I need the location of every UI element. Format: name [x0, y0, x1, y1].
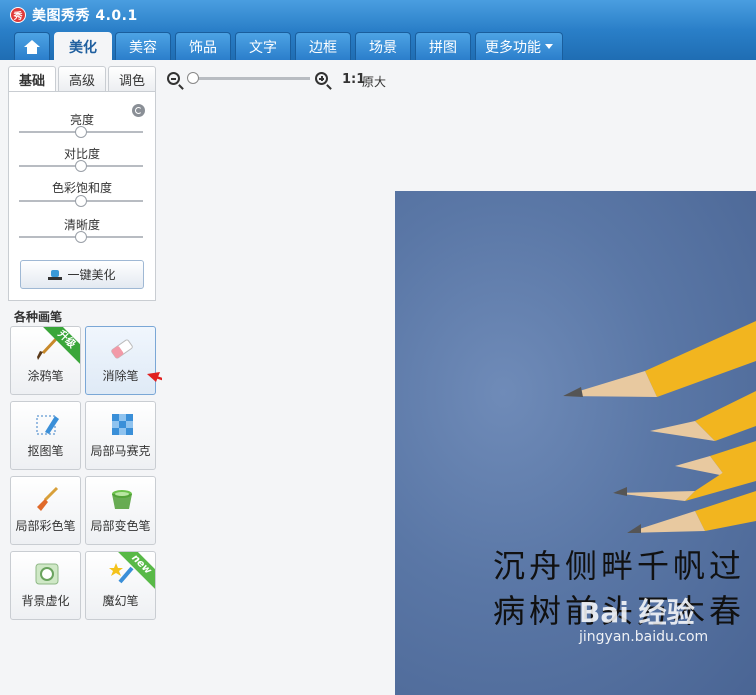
saturation-slider[interactable] [19, 195, 143, 207]
zoom-slider[interactable] [187, 72, 310, 84]
title-bar: 秀 美图秀秀 4.0.1 [0, 0, 756, 30]
local-recolor-brush-button[interactable]: 局部变色笔 [85, 476, 156, 545]
tab-more-label: 更多功能 [485, 39, 541, 56]
sharpness-slider[interactable] [19, 231, 143, 243]
tab-scene[interactable]: 场景 [355, 32, 411, 60]
paint-bucket-icon [112, 490, 132, 509]
slider-thumb[interactable] [75, 126, 87, 138]
magic-brush-button[interactable]: new 魔幻笔 [85, 551, 156, 620]
image-canvas: 沉舟侧畔千帆过 病树前头万木春 Bai 经验 jingyan.baidu.com [162, 96, 756, 695]
tab-beautify[interactable]: 美化 [54, 32, 112, 60]
slider-thumb[interactable] [75, 231, 87, 243]
cutout-pen-icon [36, 415, 59, 435]
sub-tab-bar: 基础 高级 调色 [8, 66, 156, 92]
magic-wand-icon [48, 269, 63, 281]
mosaic-icon [112, 414, 133, 435]
tab-collage[interactable]: 拼图 [415, 32, 471, 60]
chevron-down-icon [545, 44, 553, 49]
zoom-in-icon[interactable] [315, 72, 332, 90]
local-color-brush-button[interactable]: 局部彩色笔 [10, 476, 81, 545]
slider-thumb[interactable] [75, 195, 87, 207]
color-brush-icon [37, 486, 59, 511]
tab-text[interactable]: 文字 [235, 32, 291, 60]
subtab-basic[interactable]: 基础 [8, 66, 56, 92]
left-panel: 基础 高级 调色 亮度 对比度 色彩饱和度 清晰度 一键美化 各种画笔 升级 涂… [0, 60, 196, 695]
subtab-color[interactable]: 调色 [108, 66, 156, 92]
app-title: 美图秀秀 4.0.1 [32, 8, 138, 24]
background-blur-label: 背景虚化 [21, 594, 70, 608]
tab-home[interactable] [14, 32, 50, 60]
baidu-watermark: Bai 经验 [579, 596, 695, 629]
main-tab-bar: 美化 美容 饰品 文字 边框 场景 拼图 更多功能 [0, 30, 756, 60]
background-blur-button[interactable]: 背景虚化 [10, 551, 81, 620]
tab-border[interactable]: 边框 [295, 32, 351, 60]
contrast-slider[interactable] [19, 160, 143, 172]
one-click-beautify-button[interactable]: 一键美化 [20, 260, 144, 289]
cutout-brush-button[interactable]: 抠图笔 [10, 401, 81, 470]
graffiti-brush-label: 涂鸦笔 [27, 369, 64, 383]
app-logo-icon: 秀 [10, 7, 26, 23]
zoom-out-icon[interactable] [167, 72, 184, 90]
brushes-section-title: 各种画笔 [14, 310, 63, 324]
baidu-watermark-url: jingyan.baidu.com [579, 629, 709, 645]
cutout-brush-label: 抠图笔 [27, 444, 64, 458]
one-click-beautify-label: 一键美化 [67, 268, 116, 282]
saturation-label: 色彩饱和度 [51, 181, 112, 195]
zoom-slider-thumb[interactable] [187, 72, 199, 84]
local-mosaic-button[interactable]: 局部马赛克 [85, 401, 156, 470]
local-mosaic-label: 局部马赛克 [90, 444, 151, 458]
photo[interactable]: 沉舟侧畔千帆过 病树前头万木春 Bai 经验 jingyan.baidu.com [395, 191, 756, 695]
zoom-toolbar: 1:1 原大 [162, 60, 756, 96]
tab-accessories[interactable]: 饰品 [175, 32, 231, 60]
poem-line-1: 沉舟侧畔千帆过 [493, 547, 746, 585]
home-icon [24, 39, 40, 54]
eraser-icon [111, 339, 133, 359]
slider-thumb[interactable] [75, 160, 87, 172]
graffiti-brush-button[interactable]: 升级 涂鸦笔 [10, 326, 81, 395]
tab-more-functions[interactable]: 更多功能 [475, 32, 563, 60]
tab-makeup[interactable]: 美容 [115, 32, 171, 60]
local-color-brush-label: 局部彩色笔 [15, 519, 76, 533]
local-recolor-brush-label: 局部变色笔 [90, 519, 151, 533]
background-blur-icon [35, 563, 59, 585]
magic-brush-label: 魔幻笔 [102, 594, 139, 608]
brightness-slider[interactable] [19, 126, 143, 138]
original-size-label[interactable]: 原大 [362, 73, 386, 90]
subtab-advanced[interactable]: 高级 [58, 66, 106, 92]
